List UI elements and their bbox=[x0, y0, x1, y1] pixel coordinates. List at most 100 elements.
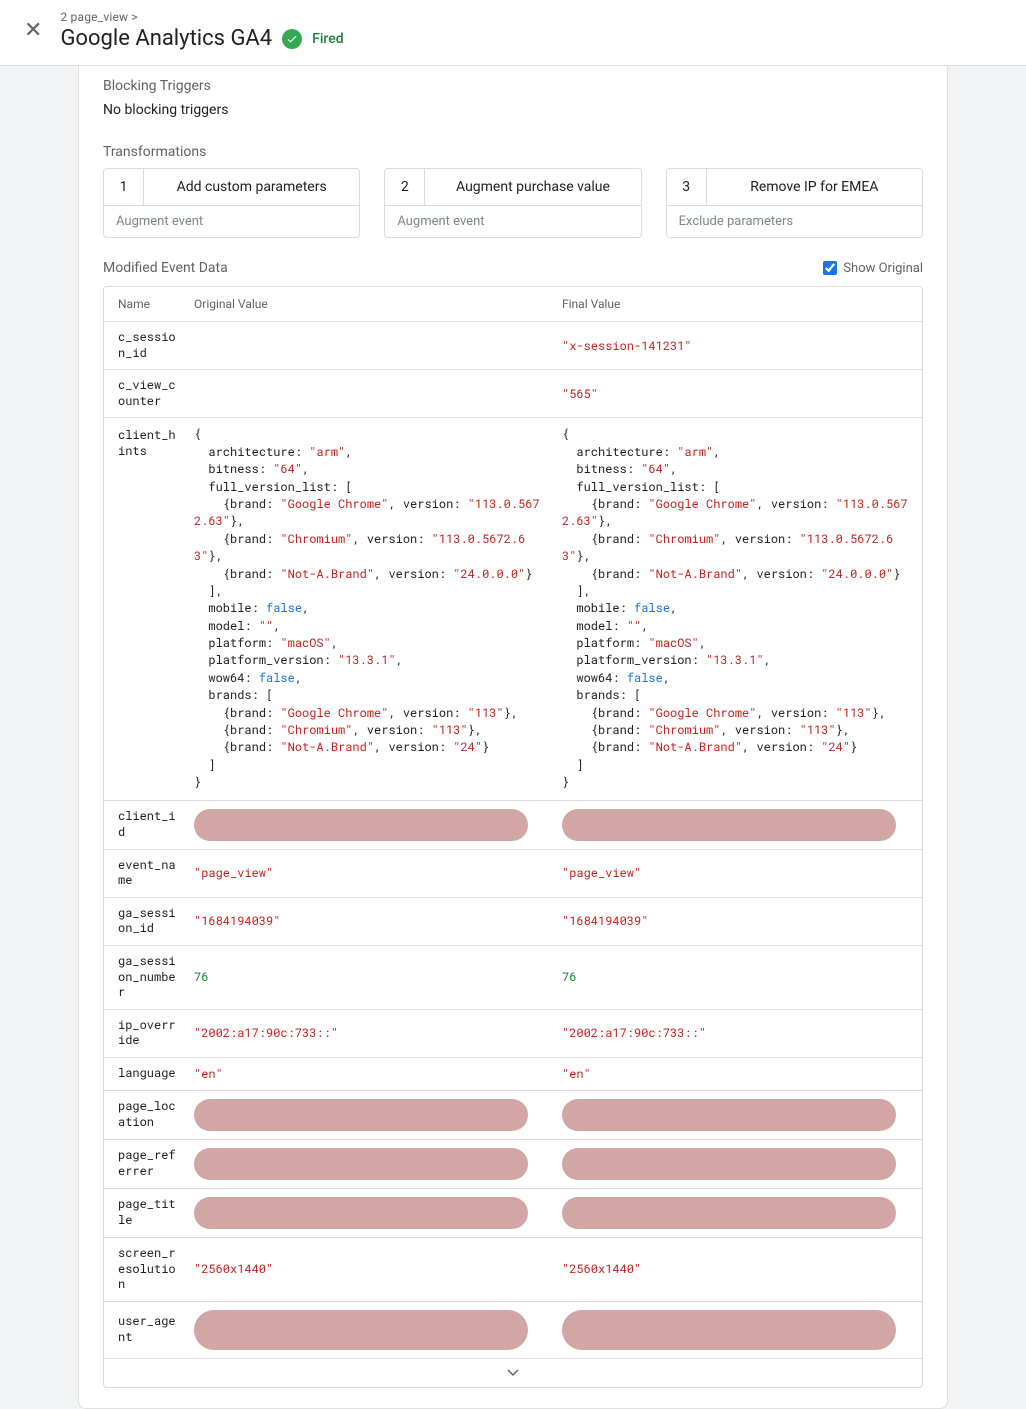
transformation-card[interactable]: 2Augment purchase valueAugment event bbox=[384, 168, 641, 238]
transformations-row: 1Add custom parametersAugment event2Augm… bbox=[79, 168, 947, 238]
cell-name: ga_session_id bbox=[104, 898, 186, 945]
page-title: Google Analytics GA4 bbox=[60, 26, 272, 51]
chevron-down-icon bbox=[507, 1365, 519, 1381]
redacted-value bbox=[194, 1099, 528, 1131]
transformations-title: Transformations bbox=[79, 122, 947, 168]
cell-name: ga_session_number bbox=[104, 946, 186, 1009]
cell-original: "2002:a17:90c:733::" bbox=[186, 1010, 554, 1057]
breadcrumb[interactable]: 2 page_view > bbox=[60, 10, 1002, 24]
transformation-type: Exclude parameters bbox=[667, 205, 922, 237]
cell-original bbox=[186, 801, 554, 849]
cell-name: event_name bbox=[104, 850, 186, 897]
table-row: page_location bbox=[104, 1091, 922, 1140]
transformation-number: 3 bbox=[667, 169, 707, 205]
cell-name: ip_override bbox=[104, 1010, 186, 1057]
cell-final bbox=[554, 1189, 922, 1237]
table-row: c_session_id "x-session-141231" bbox=[104, 322, 922, 370]
transformation-label: Add custom parameters bbox=[144, 169, 359, 205]
redacted-value bbox=[562, 1148, 896, 1180]
redacted-value bbox=[562, 1099, 896, 1131]
cell-name: c_view_counter bbox=[104, 370, 186, 417]
cell-final bbox=[554, 801, 922, 849]
cell-name: page_referrer bbox=[104, 1140, 186, 1188]
cell-original: "en" bbox=[186, 1058, 554, 1090]
redacted-value bbox=[562, 809, 896, 841]
cell-name: page_location bbox=[104, 1091, 186, 1139]
table-row: ip_override"2002:a17:90c:733::""2002:a17… bbox=[104, 1010, 922, 1058]
table-row: ga_session_id"1684194039""1684194039" bbox=[104, 898, 922, 946]
redacted-value bbox=[194, 1197, 528, 1229]
cell-final: "1684194039" bbox=[554, 898, 922, 945]
cell-final bbox=[554, 1302, 922, 1358]
transformation-label: Augment purchase value bbox=[425, 169, 640, 205]
cell-original: "2560x1440" bbox=[186, 1238, 554, 1301]
expand-row-button[interactable] bbox=[104, 1358, 922, 1387]
cell-original bbox=[186, 1140, 554, 1188]
cell-name: client_id bbox=[104, 801, 186, 849]
cell-original bbox=[186, 322, 554, 369]
table-row: page_referrer bbox=[104, 1140, 922, 1189]
close-icon[interactable]: ✕ bbox=[24, 20, 42, 42]
cell-original bbox=[186, 1302, 554, 1358]
table-body: c_session_id"x-session-141231"c_view_cou… bbox=[104, 322, 922, 1358]
cell-name: user_agent bbox=[104, 1302, 186, 1358]
cell-final bbox=[554, 1091, 922, 1139]
fired-label: Fired bbox=[312, 31, 344, 47]
cell-original: "page_view" bbox=[186, 850, 554, 897]
cell-original: 76 bbox=[186, 946, 554, 1009]
table-header: Name Original Value Final Value bbox=[104, 287, 922, 322]
redacted-value bbox=[562, 1310, 896, 1350]
redacted-value bbox=[194, 1148, 528, 1180]
cell-original: { architecture: "arm", bitness: "64", fu… bbox=[186, 418, 554, 799]
cell-final: "page_view" bbox=[554, 850, 922, 897]
redacted-value bbox=[562, 1197, 896, 1229]
cell-final: { architecture: "arm", bitness: "64", fu… bbox=[554, 418, 922, 799]
blocking-triggers-title: Blocking Triggers bbox=[79, 66, 947, 102]
transformation-number: 1 bbox=[104, 169, 144, 205]
col-original: Original Value bbox=[186, 287, 554, 321]
redacted-value bbox=[194, 809, 528, 841]
cell-final: "2002:a17:90c:733::" bbox=[554, 1010, 922, 1057]
cell-final: "en" bbox=[554, 1058, 922, 1090]
cell-final: 76 bbox=[554, 946, 922, 1009]
title-row: Google Analytics GA4 Fired bbox=[60, 26, 1002, 51]
modified-event-header: Modified Event Data Show Original bbox=[79, 238, 947, 286]
show-original-checkbox[interactable] bbox=[823, 261, 837, 275]
show-original-label: Show Original bbox=[843, 261, 923, 276]
col-final: Final Value bbox=[554, 287, 922, 321]
event-data-table: Name Original Value Final Value c_sessio… bbox=[103, 286, 923, 1388]
col-name: Name bbox=[104, 287, 186, 321]
table-row: client_hints{ architecture: "arm", bitne… bbox=[104, 418, 922, 800]
cell-name: language bbox=[104, 1058, 186, 1090]
cell-final: "2560x1440" bbox=[554, 1238, 922, 1301]
cell-name: c_session_id bbox=[104, 322, 186, 369]
cell-original bbox=[186, 370, 554, 417]
cell-final bbox=[554, 1140, 922, 1188]
transformation-type: Augment event bbox=[385, 205, 640, 237]
cell-original bbox=[186, 1189, 554, 1237]
cell-name: client_hints bbox=[104, 418, 186, 799]
fired-check-icon bbox=[282, 29, 302, 49]
modified-event-title: Modified Event Data bbox=[103, 260, 823, 276]
blocking-triggers-content: No blocking triggers bbox=[79, 102, 947, 122]
transformation-number: 2 bbox=[385, 169, 425, 205]
transformation-type: Augment event bbox=[104, 205, 359, 237]
table-row: event_name"page_view""page_view" bbox=[104, 850, 922, 898]
table-row: user_agent bbox=[104, 1302, 922, 1358]
header-info: 2 page_view > Google Analytics GA4 Fired bbox=[60, 10, 1002, 51]
page-header: ✕ 2 page_view > Google Analytics GA4 Fir… bbox=[0, 0, 1026, 66]
cell-name: page_title bbox=[104, 1189, 186, 1237]
main-panel: Blocking Triggers No blocking triggers T… bbox=[78, 66, 948, 1409]
show-original-toggle[interactable]: Show Original bbox=[823, 261, 923, 276]
transformation-card[interactable]: 3Remove IP for EMEAExclude parameters bbox=[666, 168, 923, 238]
table-row: language"en""en" bbox=[104, 1058, 922, 1091]
transformation-card[interactable]: 1Add custom parametersAugment event bbox=[103, 168, 360, 238]
cell-final: "x-session-141231" bbox=[554, 322, 922, 369]
transformation-label: Remove IP for EMEA bbox=[707, 169, 922, 205]
cell-final: "565" bbox=[554, 370, 922, 417]
cell-name: screen_resolution bbox=[104, 1238, 186, 1301]
cell-original bbox=[186, 1091, 554, 1139]
table-row: screen_resolution"2560x1440""2560x1440" bbox=[104, 1238, 922, 1302]
cell-original: "1684194039" bbox=[186, 898, 554, 945]
table-row: c_view_counter "565" bbox=[104, 370, 922, 418]
